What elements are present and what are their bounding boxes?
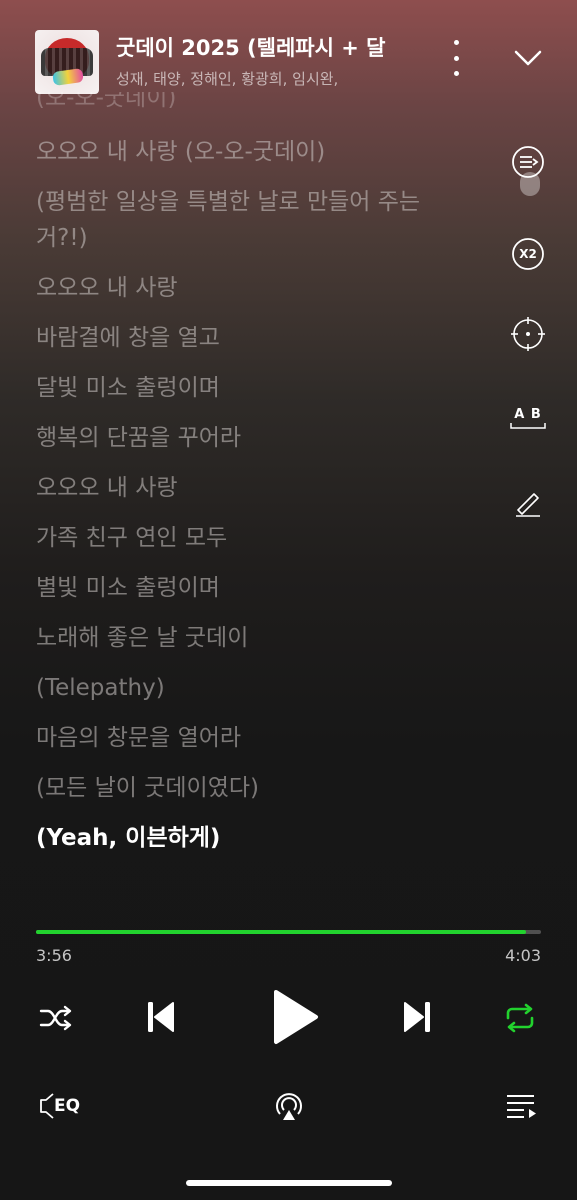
lyric-line[interactable]: 오오오 내 사랑 [36,470,466,506]
lyric-line[interactable]: 별빛 미소 출렁이며 [36,570,466,606]
progress-fill [36,930,527,934]
lyric-line-partial: (오-오-굿데이) [36,92,177,108]
airplay-icon[interactable] [268,1086,310,1126]
lyric-line[interactable]: 마음의 창문을 열어라 [36,720,466,756]
lyric-line[interactable]: 거?!) [36,220,466,256]
home-indicator[interactable] [186,1180,392,1186]
lyric-line[interactable]: 바람결에 창을 열고 [36,320,466,356]
lyric-line[interactable]: 행복의 단꿈을 꾸어라 [36,420,466,456]
translation-ab-icon[interactable]: A B [506,396,550,440]
play-icon[interactable] [262,984,326,1050]
edit-pen-icon[interactable] [506,480,550,524]
song-title[interactable]: 굿데이 2025 (텔레파시 + 달 [116,32,412,62]
repeat-icon[interactable] [498,996,542,1040]
lyric-line[interactable]: (평범한 일상을 특별한 날로 만들어 주는 [36,184,466,220]
lyrics-sync-icon[interactable] [506,140,550,184]
lyric-line-current[interactable]: (Yeah, 이븐하게) [36,820,466,856]
next-track-icon[interactable] [396,994,440,1040]
focus-target-icon[interactable] [506,312,550,356]
eq-label: EQ [53,1096,81,1116]
lyric-line[interactable]: 달빛 미소 출렁이며 [36,370,466,406]
lyric-line[interactable]: (Telepathy) [36,670,466,706]
translate-label: A B [514,406,542,422]
lyric-line[interactable]: (모든 날이 굿데이였다) [36,770,466,806]
album-art[interactable] [35,30,99,94]
equalizer-button[interactable]: EQ [34,1086,84,1126]
more-options-icon[interactable] [444,40,468,76]
lyric-line[interactable]: 오오오 내 사랑 (오-오-굿데이) [36,134,466,170]
artist-names[interactable]: 성재, 태양, 정해인, 황광희, 임시완, [116,68,412,89]
lyric-line[interactable]: 오오오 내 사랑 [36,270,466,306]
lyric-line[interactable]: 가족 친구 연인 모두 [36,520,466,556]
total-time: 4:03 [505,946,541,965]
collapse-chevron-icon[interactable] [508,42,548,72]
progress-bar[interactable] [36,930,541,934]
current-time: 3:56 [36,946,72,965]
speed-x2-icon[interactable]: X2 [506,232,550,276]
queue-list-icon[interactable] [500,1086,542,1126]
album-art-logo [52,67,84,87]
shuffle-icon[interactable] [34,996,78,1040]
speed-label: X2 [519,247,537,261]
previous-track-icon[interactable] [138,994,182,1040]
lyric-line[interactable]: 노래해 좋은 날 굿데이 [36,620,466,656]
